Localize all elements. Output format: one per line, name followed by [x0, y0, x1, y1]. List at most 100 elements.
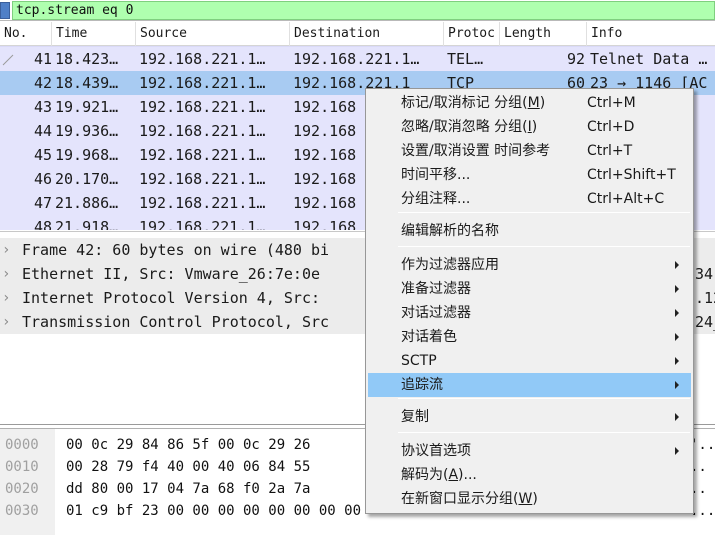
label-text: 在新窗口显示分组(: [401, 491, 519, 507]
packet-no: 44: [33, 122, 52, 140]
detail-item-label: Frame 42: 60 bytes on wire (480 bi: [22, 241, 330, 259]
packet-time: 19.936…: [55, 122, 119, 140]
packet-length: 92: [566, 50, 585, 68]
display-filter-bar: tcp.stream eq 0: [0, 0, 715, 21]
hex-offset: 0010: [5, 459, 39, 475]
hex-offset: 0000: [5, 437, 39, 453]
column-header-info[interactable]: Info: [587, 22, 715, 46]
menu-item-shortcut: Ctrl+M: [587, 95, 636, 111]
menu-item-apply-as-filter[interactable]: 作为过滤器应用: [368, 253, 691, 277]
packet-time: 18.439…: [55, 74, 119, 92]
submenu-arrow-icon: [675, 261, 679, 269]
menu-item-conversation-filter[interactable]: 对话过滤器: [368, 301, 691, 325]
menu-item-time-reference[interactable]: 设置/取消设置 时间参考 Ctrl+T: [368, 139, 691, 163]
detail-item-label: Transmission Control Protocol, Src: [22, 313, 330, 331]
menu-item-label: 编辑解析的名称: [401, 223, 499, 239]
menu-item-label: 对话过滤器: [401, 305, 471, 321]
submenu-arrow-icon: [675, 413, 679, 421]
display-filter-input[interactable]: tcp.stream eq 0: [12, 1, 715, 20]
menu-separator: [398, 398, 690, 399]
packet-time: 21.918…: [55, 218, 119, 230]
menu-item-label: 在新窗口显示分组(W): [401, 487, 538, 511]
expand-chevron-icon[interactable]: ›: [2, 286, 10, 310]
label-text: ): [532, 491, 538, 507]
column-header-destination[interactable]: Destination: [290, 22, 444, 46]
menu-separator: [398, 212, 690, 213]
bookmark-icon[interactable]: [0, 2, 10, 19]
mnemonic-key: M: [527, 95, 540, 111]
mnemonic-key: W: [518, 491, 533, 507]
menu-item-show-packet-in-new-window[interactable]: 在新窗口显示分组(W): [368, 487, 691, 511]
expand-chevron-icon[interactable]: ›: [2, 310, 10, 334]
packet-source: 192.168.221.1…: [139, 146, 266, 164]
packet-protocol: TEL…: [447, 50, 484, 68]
packet-no: 48: [33, 218, 52, 230]
column-header-source[interactable]: Source: [136, 22, 290, 46]
menu-item-label: 分组注释...: [401, 191, 471, 207]
menu-item-shortcut: Ctrl+Shift+T: [587, 167, 676, 183]
detail-item-tail: 34: [695, 265, 714, 283]
packet-source: 192.168.221.1…: [139, 50, 266, 68]
menu-item-prepare-filter[interactable]: 准备过滤器: [368, 277, 691, 301]
hex-bytes[interactable]: 00 28 79 f4 40 00 40 06 84 55: [66, 457, 310, 477]
packet-no: 43: [33, 98, 52, 116]
packet-no: 47: [33, 194, 52, 212]
packet-source: 192.168.221.1…: [139, 74, 266, 92]
packet-list-header: No. Time Source Destination Protoc Lengt…: [0, 22, 715, 46]
column-header-time[interactable]: Time: [52, 22, 136, 46]
label-text: 解码为(: [401, 467, 449, 483]
packet-no: 46: [33, 170, 52, 188]
menu-item-label: 忽略/取消忽略 分组(I): [401, 115, 537, 139]
submenu-arrow-icon: [675, 285, 679, 293]
menu-item-label: 解码为(A)...: [401, 463, 477, 487]
detail-item-label: Internet Protocol Version 4, Src:: [22, 289, 321, 307]
menu-item-colorize-conversation[interactable]: 对话着色: [368, 325, 691, 349]
expand-chevron-icon[interactable]: ›: [2, 262, 10, 286]
menu-item-time-shift[interactable]: 时间平移... Ctrl+Shift+T: [368, 163, 691, 187]
packet-row[interactable]: 41 18.423… 192.168.221.1… 192.168.221.1… TEL…: [0, 47, 715, 71]
packet-time: 19.968…: [55, 146, 119, 164]
label-text: 忽略/取消忽略 分组(: [401, 119, 528, 135]
hex-bytes[interactable]: 01 c9 bf 23 00 00 00 00 00 00 00 00: [66, 501, 361, 521]
packet-source: 192.168.221.1…: [139, 218, 266, 230]
packet-info: Telnet Data …: [590, 50, 708, 68]
menu-item-label: 协议首选项: [401, 443, 471, 459]
menu-item-ignore-packet[interactable]: 忽略/取消忽略 分组(I) Ctrl+D: [368, 115, 691, 139]
packet-source: 192.168.221.1…: [139, 122, 266, 140]
hex-bytes[interactable]: dd 80 00 17 04 7a 68 f0 2a 7a: [66, 479, 310, 499]
packet-time: 20.170…: [55, 170, 119, 188]
menu-item-label: 时间平移...: [401, 167, 471, 183]
menu-item-shortcut: Ctrl+Alt+C: [587, 191, 665, 207]
menu-item-follow-stream[interactable]: 追踪流: [368, 373, 691, 397]
hex-bytes[interactable]: 00 0c 29 84 86 5f 00 0c 29 26: [66, 435, 310, 455]
expand-chevron-icon[interactable]: ›: [2, 238, 10, 262]
menu-item-decode-as[interactable]: 解码为(A)...: [368, 463, 691, 487]
menu-item-label: 追踪流: [401, 377, 443, 393]
menu-item-label: 准备过滤器: [401, 281, 471, 297]
column-header-protocol[interactable]: Protoc: [444, 22, 500, 46]
packet-source: 192.168.221.1…: [139, 194, 266, 212]
menu-item-label: 标记/取消标记 分组(M): [401, 91, 545, 115]
packet-context-menu: 标记/取消标记 分组(M) Ctrl+M 忽略/取消忽略 分组(I) Ctrl+D 设置…: [365, 88, 694, 514]
menu-item-sctp[interactable]: SCTP: [368, 349, 691, 373]
menu-item-protocol-preferences[interactable]: 协议首选项: [368, 439, 691, 463]
menu-item-shortcut: Ctrl+T: [587, 143, 633, 159]
menu-item-edit-resolved-name[interactable]: 编辑解析的名称: [368, 219, 691, 243]
menu-item-copy[interactable]: 复制: [368, 405, 691, 429]
label-text: 标记/取消标记 分组(: [401, 95, 528, 111]
label-text: )...: [458, 467, 477, 483]
packet-time: 19.921…: [55, 98, 119, 116]
detail-item-tail: 24_: [695, 313, 715, 331]
packet-no: 45: [33, 146, 52, 164]
menu-item-mark-packet[interactable]: 标记/取消标记 分组(M) Ctrl+M: [368, 91, 691, 115]
column-header-length[interactable]: Length: [500, 22, 587, 46]
menu-item-packet-comment[interactable]: 分组注释... Ctrl+Alt+C: [368, 187, 691, 211]
menu-item-shortcut: Ctrl+D: [587, 119, 635, 135]
menu-item-label: 对话着色: [401, 329, 457, 345]
submenu-arrow-icon: [675, 447, 679, 455]
label-text: ): [539, 95, 546, 111]
related-packet-icon: [2, 54, 14, 66]
submenu-arrow-icon: [675, 333, 679, 341]
packet-source: 192.168.221.1…: [139, 170, 266, 188]
column-header-no[interactable]: No.: [0, 22, 52, 46]
